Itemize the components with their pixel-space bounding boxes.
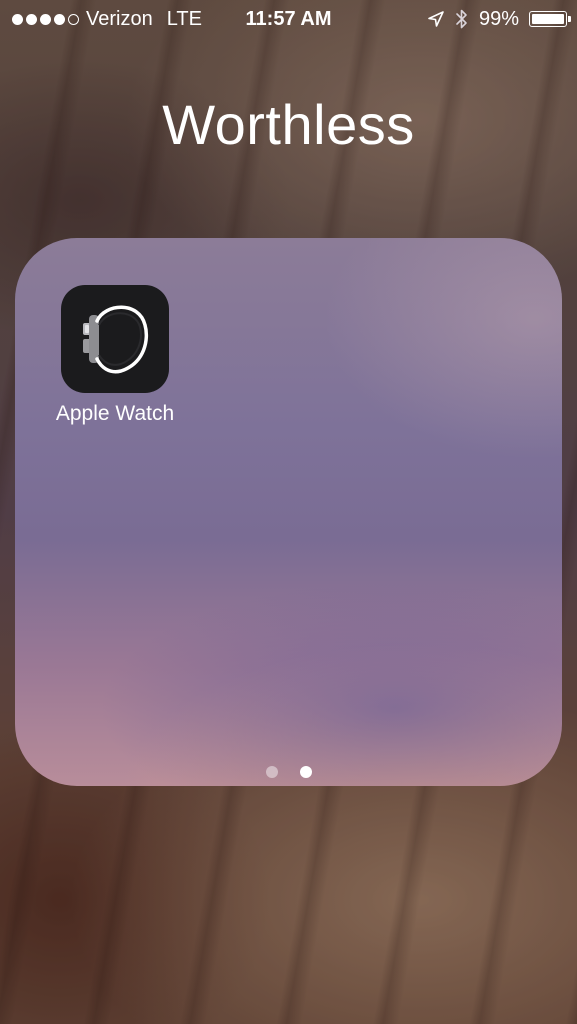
folder-panel: Apple Watch <box>15 238 562 786</box>
battery-icon <box>529 11 571 27</box>
battery-tip <box>568 16 571 22</box>
battery-fill <box>532 14 564 24</box>
location-arrow-icon <box>427 10 445 28</box>
folder-title[interactable]: Worthless <box>0 92 577 157</box>
apple-watch-icon[interactable] <box>61 285 169 393</box>
status-right: 99% <box>427 0 571 38</box>
bluetooth-icon <box>455 8 469 30</box>
page-dot-active[interactable] <box>299 766 312 778</box>
page-dot[interactable] <box>265 766 278 778</box>
app-apple-watch[interactable]: Apple Watch <box>51 285 179 426</box>
status-bar: Verizon LTE 11:57 AM 99% <box>0 0 577 38</box>
app-label: Apple Watch <box>55 402 175 425</box>
battery-percentage: 99% <box>478 8 519 30</box>
page-indicator[interactable] <box>15 766 562 778</box>
